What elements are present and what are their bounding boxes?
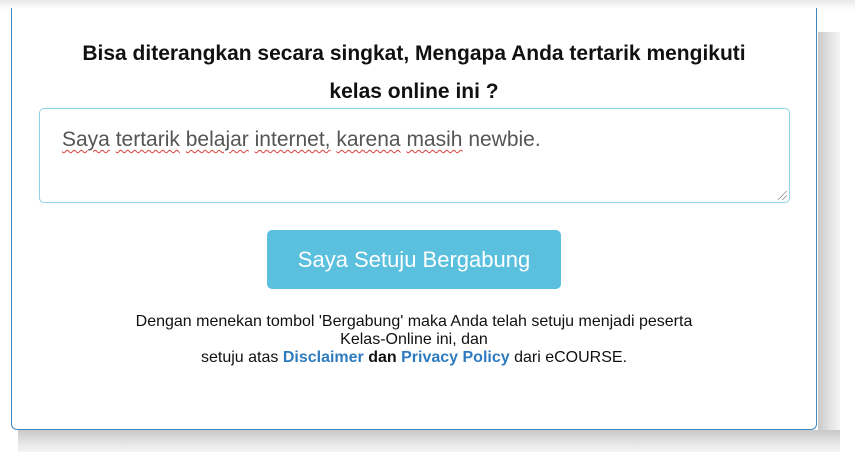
disclaimer-link[interactable]: Disclaimer <box>283 349 364 366</box>
join-form-card: Bisa diterangkan secara singkat, Mengapa… <box>11 8 817 430</box>
notice-line-3: setuju atas Disclaimer dan Privacy Polic… <box>32 349 796 367</box>
join-button[interactable]: Saya Setuju Bergabung <box>267 230 561 289</box>
terms-notice: Dengan menekan tombol 'Bergabung' maka A… <box>32 313 796 367</box>
answer-textarea[interactable]: Saya tertarik belajar internet, karena m… <box>39 108 790 203</box>
resize-handle-icon[interactable] <box>778 191 787 200</box>
notice-prefix: setuju atas <box>200 349 279 366</box>
question-line-2: kelas online ini ? <box>329 80 499 103</box>
answer-word: masih <box>406 128 463 151</box>
card-shadow-right <box>818 32 840 444</box>
question-label: Bisa diterangkan secara singkat, Mengapa… <box>42 35 786 111</box>
answer-word: internet, <box>254 128 331 151</box>
answer-word: tertarik <box>115 128 180 151</box>
card-shadow-bottom <box>18 430 840 452</box>
notice-line-2: Kelas-Online ini, dan <box>340 331 488 348</box>
notice-connector: dan <box>368 349 397 366</box>
notice-line-1: Dengan menekan tombol 'Bergabung' maka A… <box>135 313 693 330</box>
answer-word: newbie. <box>468 128 541 151</box>
privacy-policy-link[interactable]: Privacy Policy <box>401 349 510 366</box>
answer-word: Saya <box>62 128 110 151</box>
notice-suffix: dari eCOURSE. <box>514 349 628 366</box>
question-line-1: Bisa diterangkan secara singkat, Mengapa… <box>82 42 746 65</box>
answer-word: karena <box>336 128 401 151</box>
answer-word: belajar <box>185 128 249 151</box>
